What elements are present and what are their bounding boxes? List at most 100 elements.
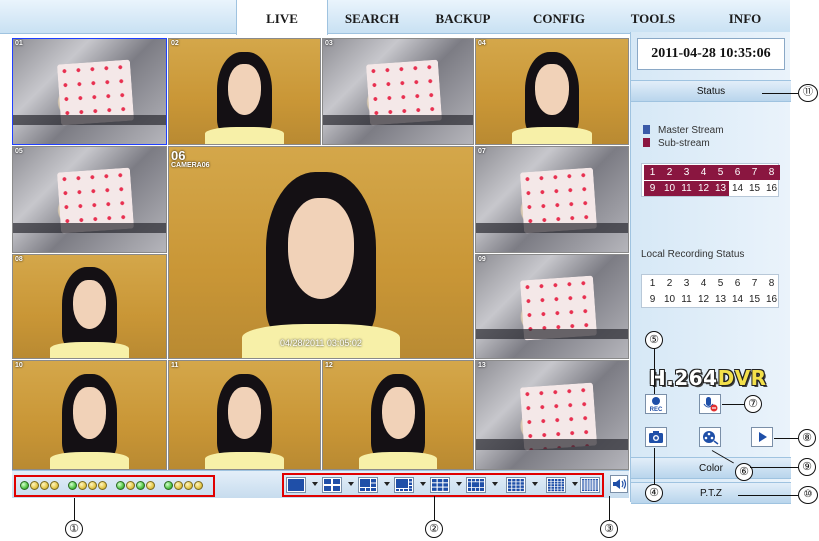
camera-tile[interactable]: 03: [322, 38, 474, 145]
tab-tools[interactable]: TOOLS: [610, 0, 696, 34]
layout-25-icon[interactable]: [546, 477, 566, 493]
callout-marker: ②: [425, 520, 443, 538]
chevron-down-icon[interactable]: [348, 482, 354, 486]
camera-id: 12: [325, 362, 333, 369]
film-reel-icon[interactable]: [699, 427, 721, 447]
channel-cell: 2: [661, 165, 678, 180]
camera-tile[interactable]: 13: [475, 360, 629, 470]
led-icon: [194, 481, 203, 490]
camera-tile[interactable]: 02: [168, 38, 321, 145]
channel-cell: 11: [681, 294, 692, 305]
side-panel: 2011-04-28 10:35:06 Status Master Stream…: [630, 32, 791, 504]
chevron-down-icon[interactable]: [384, 482, 390, 486]
callout-marker: ①: [65, 520, 83, 538]
layout-13-icon[interactable]: [466, 477, 486, 493]
chevron-down-icon[interactable]: [492, 482, 498, 486]
layout-36-icon[interactable]: [580, 477, 600, 493]
led-icon: [184, 481, 193, 490]
channel-cell: 9: [649, 294, 656, 305]
callout-line: [774, 438, 798, 439]
mute-mic-icon[interactable]: [699, 394, 721, 414]
camera-id: 09: [478, 256, 486, 263]
camera-id: 03: [325, 40, 333, 47]
channel-cell: 8: [768, 278, 775, 289]
callout-line: [654, 349, 655, 394]
channel-cell: 6: [729, 165, 746, 180]
camera-name: CAMERA06: [171, 162, 210, 169]
led-icon: [174, 481, 183, 490]
tab-config[interactable]: CONFIG: [516, 0, 602, 34]
layout-selector: [282, 473, 604, 497]
led-icon: [68, 481, 77, 490]
camera-timestamp: 04/28/2011 03:05:02: [280, 338, 362, 348]
camera-id: 07: [478, 148, 486, 155]
channel-status-leds: [14, 475, 215, 497]
camera-tile-large[interactable]: 06 CAMERA06 04/28/2011 03:05:02: [168, 146, 474, 359]
chevron-down-icon[interactable]: [532, 482, 538, 486]
layout-9-icon[interactable]: [430, 477, 450, 493]
callout-marker: ⑩: [798, 486, 818, 504]
channel-cell: 6: [734, 278, 741, 289]
chevron-down-icon[interactable]: [312, 482, 318, 486]
legend-label: Master Stream: [658, 125, 724, 136]
led-icon: [164, 481, 173, 490]
tab-live[interactable]: LIVE: [236, 0, 328, 35]
audio-speaker-icon[interactable]: [610, 475, 628, 493]
layout-4-icon[interactable]: [322, 477, 342, 493]
play-icon[interactable]: [751, 427, 773, 447]
channel-cell: 9: [644, 181, 661, 196]
led-icon: [146, 481, 155, 490]
channel-cell: 4: [700, 278, 707, 289]
snapshot-camera-icon[interactable]: [645, 427, 667, 447]
callout-marker: ⑥: [735, 463, 753, 481]
channel-cell: 10: [663, 294, 676, 305]
layout-1-icon[interactable]: [286, 477, 306, 493]
layout-16-icon[interactable]: [506, 477, 526, 493]
channel-cell: 16: [765, 183, 778, 194]
led-icon: [116, 481, 125, 490]
channel-cell: 7: [746, 165, 763, 180]
callout-line: [609, 496, 610, 520]
callout-marker: ③: [600, 520, 618, 538]
led-icon: [98, 481, 107, 490]
channel-cell: 13: [714, 294, 727, 305]
chevron-down-icon[interactable]: [572, 482, 578, 486]
status-button[interactable]: Status: [631, 80, 791, 102]
led-icon: [78, 481, 87, 490]
camera-tile[interactable]: 04: [475, 38, 629, 145]
camera-id: 13: [478, 362, 486, 369]
channel-cell: 8: [763, 165, 780, 180]
video-grid: 01 02 03 04 05 06 CAMERA06 04/28/2011 03…: [12, 38, 629, 470]
camera-tile[interactable]: 01: [12, 38, 167, 145]
chevron-down-icon[interactable]: [456, 482, 462, 486]
camera-tile[interactable]: 07: [475, 146, 629, 253]
channel-cell: 5: [712, 165, 729, 180]
tab-search[interactable]: SEARCH: [330, 0, 414, 34]
channel-cell: 12: [695, 181, 712, 196]
channel-cell: 16: [765, 294, 778, 305]
camera-tile[interactable]: 10: [12, 360, 167, 470]
camera-tile[interactable]: 05: [12, 146, 167, 253]
camera-id: 05: [15, 148, 23, 155]
channel-cell: 5: [717, 278, 724, 289]
callout-line: [74, 498, 75, 520]
tab-backup[interactable]: BACKUP: [420, 0, 506, 34]
chevron-down-icon[interactable]: [420, 482, 426, 486]
color-button[interactable]: Color: [631, 457, 791, 479]
camera-id: 01: [15, 40, 23, 47]
camera-tile[interactable]: 08: [12, 254, 167, 359]
tab-info[interactable]: INFO: [702, 0, 788, 34]
legend-master-stream: Master Stream: [643, 125, 724, 136]
layout-8-icon[interactable]: [394, 477, 414, 493]
callout-line: [654, 448, 655, 484]
led-icon: [88, 481, 97, 490]
legend-swatch: [643, 125, 650, 134]
camera-tile[interactable]: 12: [322, 360, 474, 470]
legend-swatch: [643, 138, 650, 147]
layout-6-icon[interactable]: [358, 477, 378, 493]
camera-tile[interactable]: 11: [168, 360, 321, 470]
callout-line: [762, 93, 798, 94]
record-button[interactable]: REC: [645, 394, 667, 414]
camera-tile[interactable]: 09: [475, 254, 629, 359]
svg-text:REC: REC: [650, 407, 663, 413]
